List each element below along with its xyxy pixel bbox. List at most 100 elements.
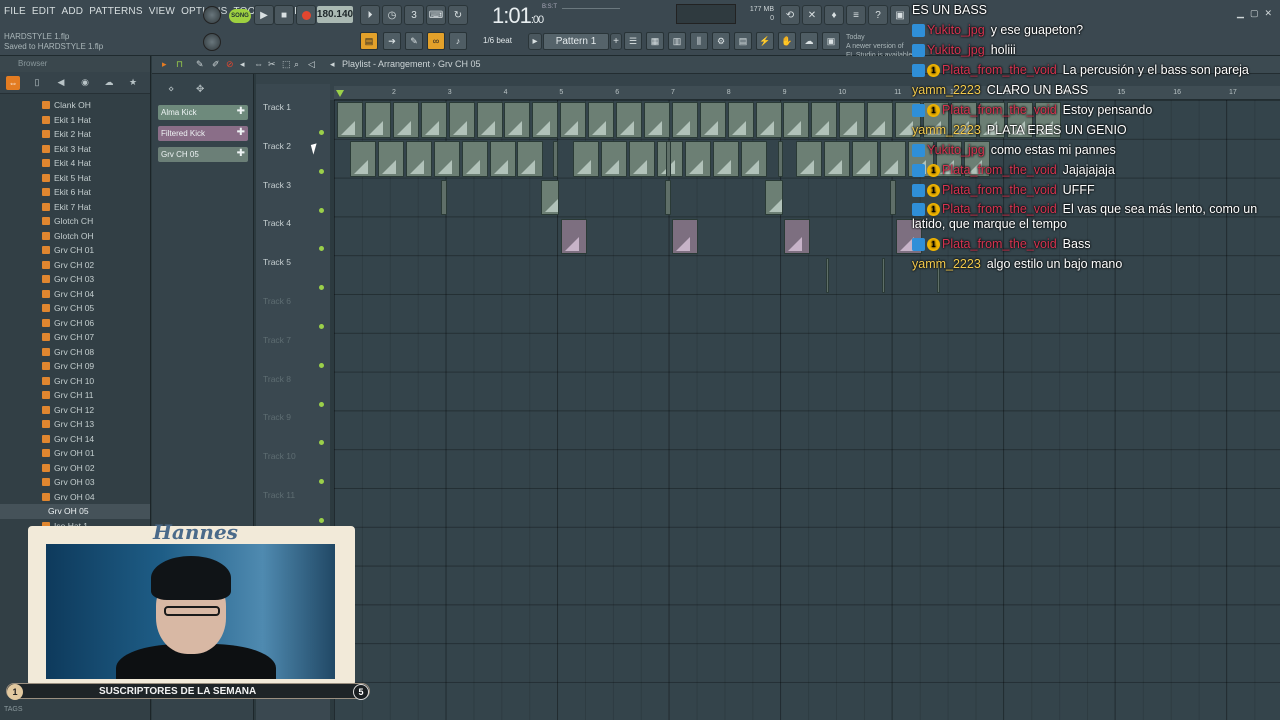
browser-star-button[interactable]: ★ bbox=[126, 76, 140, 90]
browser-item[interactable]: Grv CH 08 bbox=[0, 345, 150, 360]
track-name[interactable]: Track 10 bbox=[263, 451, 296, 461]
pattern-clip[interactable] bbox=[420, 102, 447, 138]
playback-tool-icon[interactable]: ◁ bbox=[308, 59, 315, 70]
playlist-window-button[interactable]: ☰ bbox=[624, 32, 642, 50]
pattern-clip[interactable] bbox=[532, 102, 559, 138]
tempo-display[interactable]: 180.140 bbox=[317, 6, 353, 23]
channel-move-icon[interactable]: ✚ bbox=[237, 127, 245, 138]
step-edit-button[interactable]: ⌨ bbox=[426, 5, 446, 25]
track-mute-led[interactable] bbox=[319, 285, 324, 291]
track-mute-led[interactable] bbox=[319, 401, 324, 407]
delete-tool-icon[interactable]: ⊘ bbox=[226, 59, 234, 70]
play-button[interactable]: ▶ bbox=[254, 5, 274, 25]
snap-icon[interactable]: ⋄ bbox=[168, 84, 174, 95]
browser-item[interactable]: Grv CH 10 bbox=[0, 374, 150, 389]
pattern-clip[interactable] bbox=[629, 141, 655, 177]
browser-plugin-button[interactable]: ◉ bbox=[78, 76, 92, 90]
browser-all-button[interactable]: ⇔ bbox=[6, 75, 20, 90]
pattern-button[interactable]: ➔ bbox=[383, 32, 401, 50]
browser-item[interactable]: Ekit 4 Hat bbox=[0, 156, 150, 171]
browser-item[interactable]: Grv CH 02 bbox=[0, 258, 150, 273]
channel-button[interactable]: Filtered Kick ✚ bbox=[158, 126, 248, 141]
touch-controller-button[interactable]: ✋ bbox=[778, 32, 796, 50]
pattern-clip[interactable] bbox=[882, 258, 885, 293]
pattern-clip[interactable] bbox=[573, 141, 600, 177]
pattern-clip[interactable] bbox=[671, 102, 698, 138]
help-button[interactable]: ? bbox=[868, 5, 888, 25]
pattern-clip[interactable] bbox=[796, 141, 823, 177]
track-name[interactable]: Track 3 bbox=[263, 180, 291, 190]
browser-item[interactable]: Grv OH 02 bbox=[0, 461, 150, 476]
track-name[interactable]: Track 2 bbox=[263, 141, 291, 151]
tempo-tapper-button[interactable]: ≡ bbox=[846, 5, 866, 25]
track-name[interactable]: Track 4 bbox=[263, 218, 291, 228]
plugin-picker-button[interactable]: ⚡ bbox=[756, 32, 774, 50]
mute-tool-icon[interactable]: ◂ bbox=[240, 59, 245, 70]
pattern-clip[interactable] bbox=[699, 102, 726, 138]
pattern-clip[interactable] bbox=[433, 141, 460, 177]
menu-view[interactable]: VIEW bbox=[149, 6, 175, 17]
browser-item[interactable]: Ekit 3 Hat bbox=[0, 142, 150, 157]
browser-item[interactable]: Grv CH 03 bbox=[0, 272, 150, 287]
browser-item[interactable]: Ekit 6 Hat bbox=[0, 185, 150, 200]
slice-tool-icon[interactable]: ✂ bbox=[268, 59, 276, 70]
pattern-clip[interactable] bbox=[377, 141, 404, 177]
master-pitch-knob[interactable] bbox=[203, 33, 221, 51]
channel-settings-button[interactable]: ⚙ bbox=[712, 32, 730, 50]
pattern-clip[interactable] bbox=[665, 180, 671, 215]
wait-input-button[interactable]: ◷ bbox=[382, 5, 402, 25]
menu-file[interactable]: FILE bbox=[4, 6, 26, 17]
pattern-clip[interactable] bbox=[783, 102, 810, 138]
project-browser-button[interactable]: ▤ bbox=[734, 32, 752, 50]
pattern-clip[interactable] bbox=[461, 141, 488, 177]
browser-item[interactable]: Grv OH 03 bbox=[0, 475, 150, 490]
pattern-clip[interactable] bbox=[560, 102, 587, 138]
pattern-clip[interactable] bbox=[489, 141, 516, 177]
pattern-clip[interactable] bbox=[350, 141, 376, 177]
channel-button[interactable]: Grv CH 05 ✚ bbox=[158, 147, 248, 162]
pattern-clip[interactable] bbox=[392, 102, 419, 138]
cloud-button[interactable]: ☁ bbox=[800, 32, 818, 50]
track-mute-led[interactable] bbox=[319, 324, 324, 329]
pattern-clip[interactable] bbox=[727, 102, 754, 138]
track-mute-led[interactable] bbox=[319, 130, 324, 135]
track-mute-led[interactable] bbox=[319, 440, 324, 446]
pattern-clip[interactable] bbox=[666, 141, 671, 177]
playlist-snap-button[interactable]: ▤ bbox=[360, 32, 378, 50]
pattern-clip[interactable] bbox=[811, 102, 838, 138]
browser-item[interactable]: Clank OH bbox=[0, 98, 150, 113]
pattern-clip[interactable] bbox=[684, 141, 711, 177]
browser-item[interactable]: Grv OH 05 bbox=[0, 504, 150, 519]
undo-history-button[interactable]: ⟲ bbox=[780, 5, 800, 25]
browser-item[interactable]: Grv CH 13 bbox=[0, 417, 150, 432]
browser-item[interactable]: Grv CH 01 bbox=[0, 243, 150, 258]
browser-item[interactable]: Grv CH 12 bbox=[0, 403, 150, 418]
pattern-clip[interactable] bbox=[643, 102, 670, 138]
browser-item[interactable]: Grv OH 04 bbox=[0, 490, 150, 505]
master-volume-knob[interactable] bbox=[203, 6, 221, 24]
pattern-clip[interactable] bbox=[839, 102, 866, 138]
record-button[interactable] bbox=[296, 5, 316, 25]
select-tool-icon[interactable]: ⬚ bbox=[282, 59, 291, 70]
typing-keyboard-button[interactable]: ♪ bbox=[449, 32, 467, 50]
song-mode-toggle[interactable]: SONG bbox=[229, 9, 251, 23]
browser-item[interactable]: Ekit 7 Hat bbox=[0, 200, 150, 215]
browser-item[interactable]: Grv CH 14 bbox=[0, 432, 150, 447]
browser-item[interactable]: Grv CH 05 bbox=[0, 301, 150, 316]
track-mute-led[interactable] bbox=[319, 479, 324, 485]
pattern-clip[interactable] bbox=[616, 102, 642, 138]
pattern-clip[interactable] bbox=[740, 141, 767, 177]
channel-move-icon[interactable]: ✚ bbox=[237, 106, 245, 117]
metronome-button[interactable]: ⏵ bbox=[360, 5, 380, 25]
menu-add[interactable]: ADD bbox=[62, 6, 84, 17]
news-button[interactable]: ▣ bbox=[822, 32, 840, 50]
pencil-tool-button[interactable]: ✎ bbox=[405, 32, 423, 50]
pattern-clip[interactable] bbox=[890, 180, 896, 215]
slip-tool-icon[interactable]: ⇔ bbox=[254, 59, 263, 69]
loop-record-button[interactable]: ↻ bbox=[448, 5, 468, 25]
track-name[interactable]: Track 11 bbox=[263, 490, 295, 500]
menu-edit[interactable]: EDIT bbox=[32, 6, 56, 17]
save-button[interactable]: ▣ bbox=[890, 5, 910, 25]
paint-icon[interactable]: ✐ bbox=[212, 59, 220, 70]
pattern-clip[interactable] bbox=[476, 102, 503, 138]
